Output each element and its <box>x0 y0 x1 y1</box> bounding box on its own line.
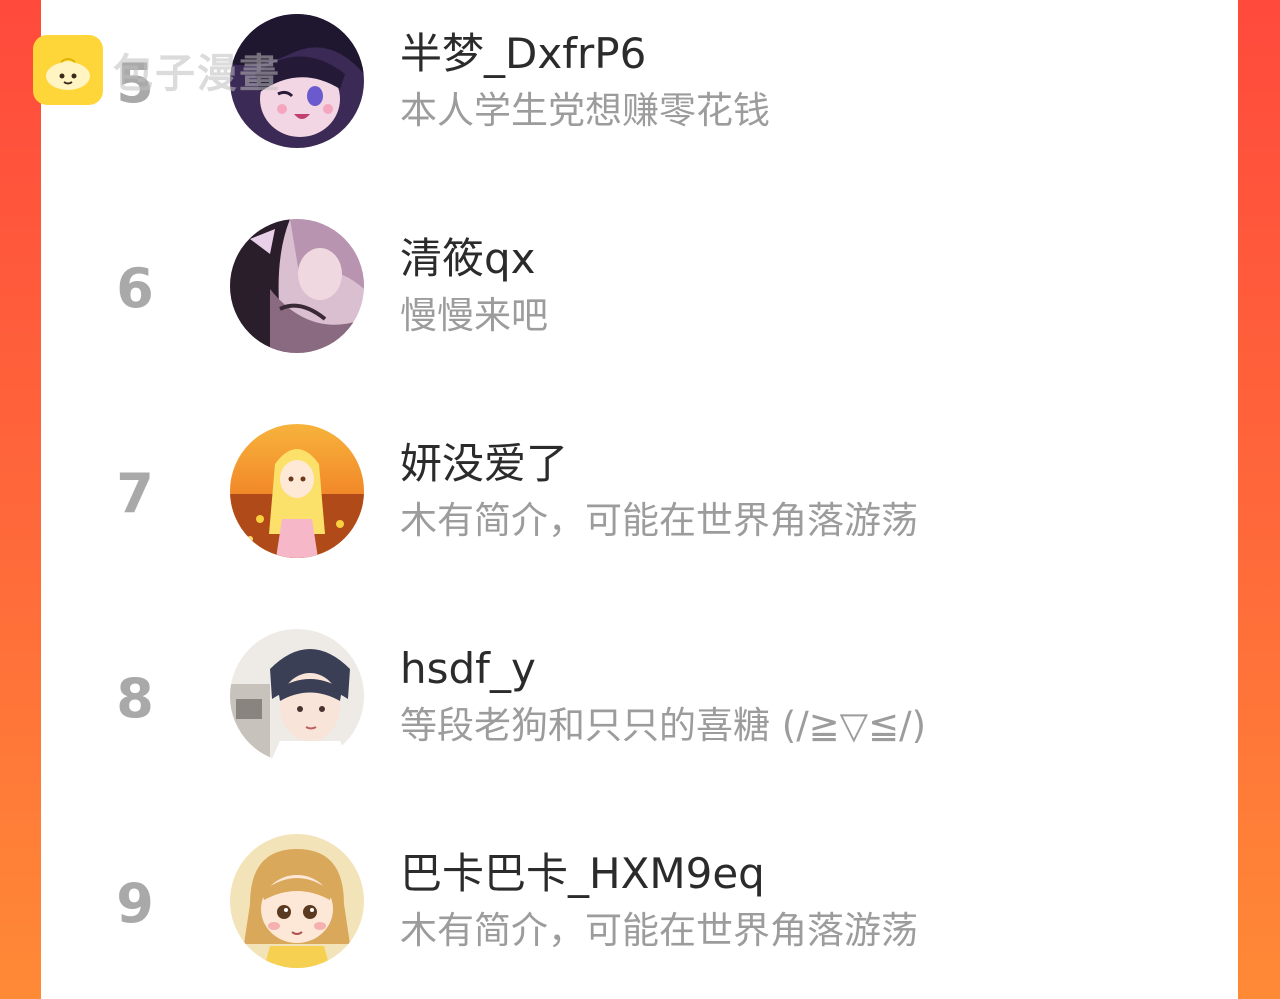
user-name[interactable]: 巴卡巴卡_HXM9eq <box>400 848 765 900</box>
ranking-row[interactable]: 6 清筱qx 慢慢来吧 <box>41 217 1238 357</box>
user-bio: 木有简介，可能在世界角落游荡 <box>400 909 918 952</box>
user-name[interactable]: 清筱qx <box>400 233 536 285</box>
rank-number: 6 <box>116 257 154 320</box>
user-avatar[interactable] <box>230 834 364 968</box>
user-avatar[interactable] <box>230 219 364 353</box>
rank-number: 9 <box>116 872 154 935</box>
ranking-card: 5 半梦_DxfrP6 本人学生党想赚零花钱 6 清筱qx 慢慢来吧 7 妍没爱… <box>41 0 1238 999</box>
rank-number: 8 <box>116 667 154 730</box>
ranking-row[interactable]: 8 hsdf_y 等段老狗和只只的喜糖 (/≧▽≦/) <box>41 627 1238 767</box>
ranking-row[interactable]: 7 妍没爱了 木有简介，可能在世界角落游荡 <box>41 422 1238 562</box>
user-name[interactable]: 妍没爱了 <box>400 438 568 490</box>
user-name[interactable]: 半梦_DxfrP6 <box>400 28 646 80</box>
user-bio: 本人学生党想赚零花钱 <box>400 89 770 132</box>
bun-logo-icon <box>33 35 103 105</box>
watermark-text: 包子漫畫 <box>113 51 281 97</box>
user-bio: 等段老狗和只只的喜糖 (/≧▽≦/) <box>400 704 927 747</box>
watermark-logo: 包子漫畫 <box>33 34 281 106</box>
user-bio: 木有简介，可能在世界角落游荡 <box>400 499 918 542</box>
ranking-row[interactable]: 9 巴卡巴卡_HXM9eq 木有简介，可能在世界角落游荡 <box>41 832 1238 972</box>
user-avatar[interactable] <box>230 629 364 763</box>
user-avatar[interactable] <box>230 424 364 558</box>
user-name[interactable]: hsdf_y <box>400 643 536 695</box>
user-bio: 慢慢来吧 <box>400 294 548 337</box>
rank-number: 7 <box>116 462 154 525</box>
